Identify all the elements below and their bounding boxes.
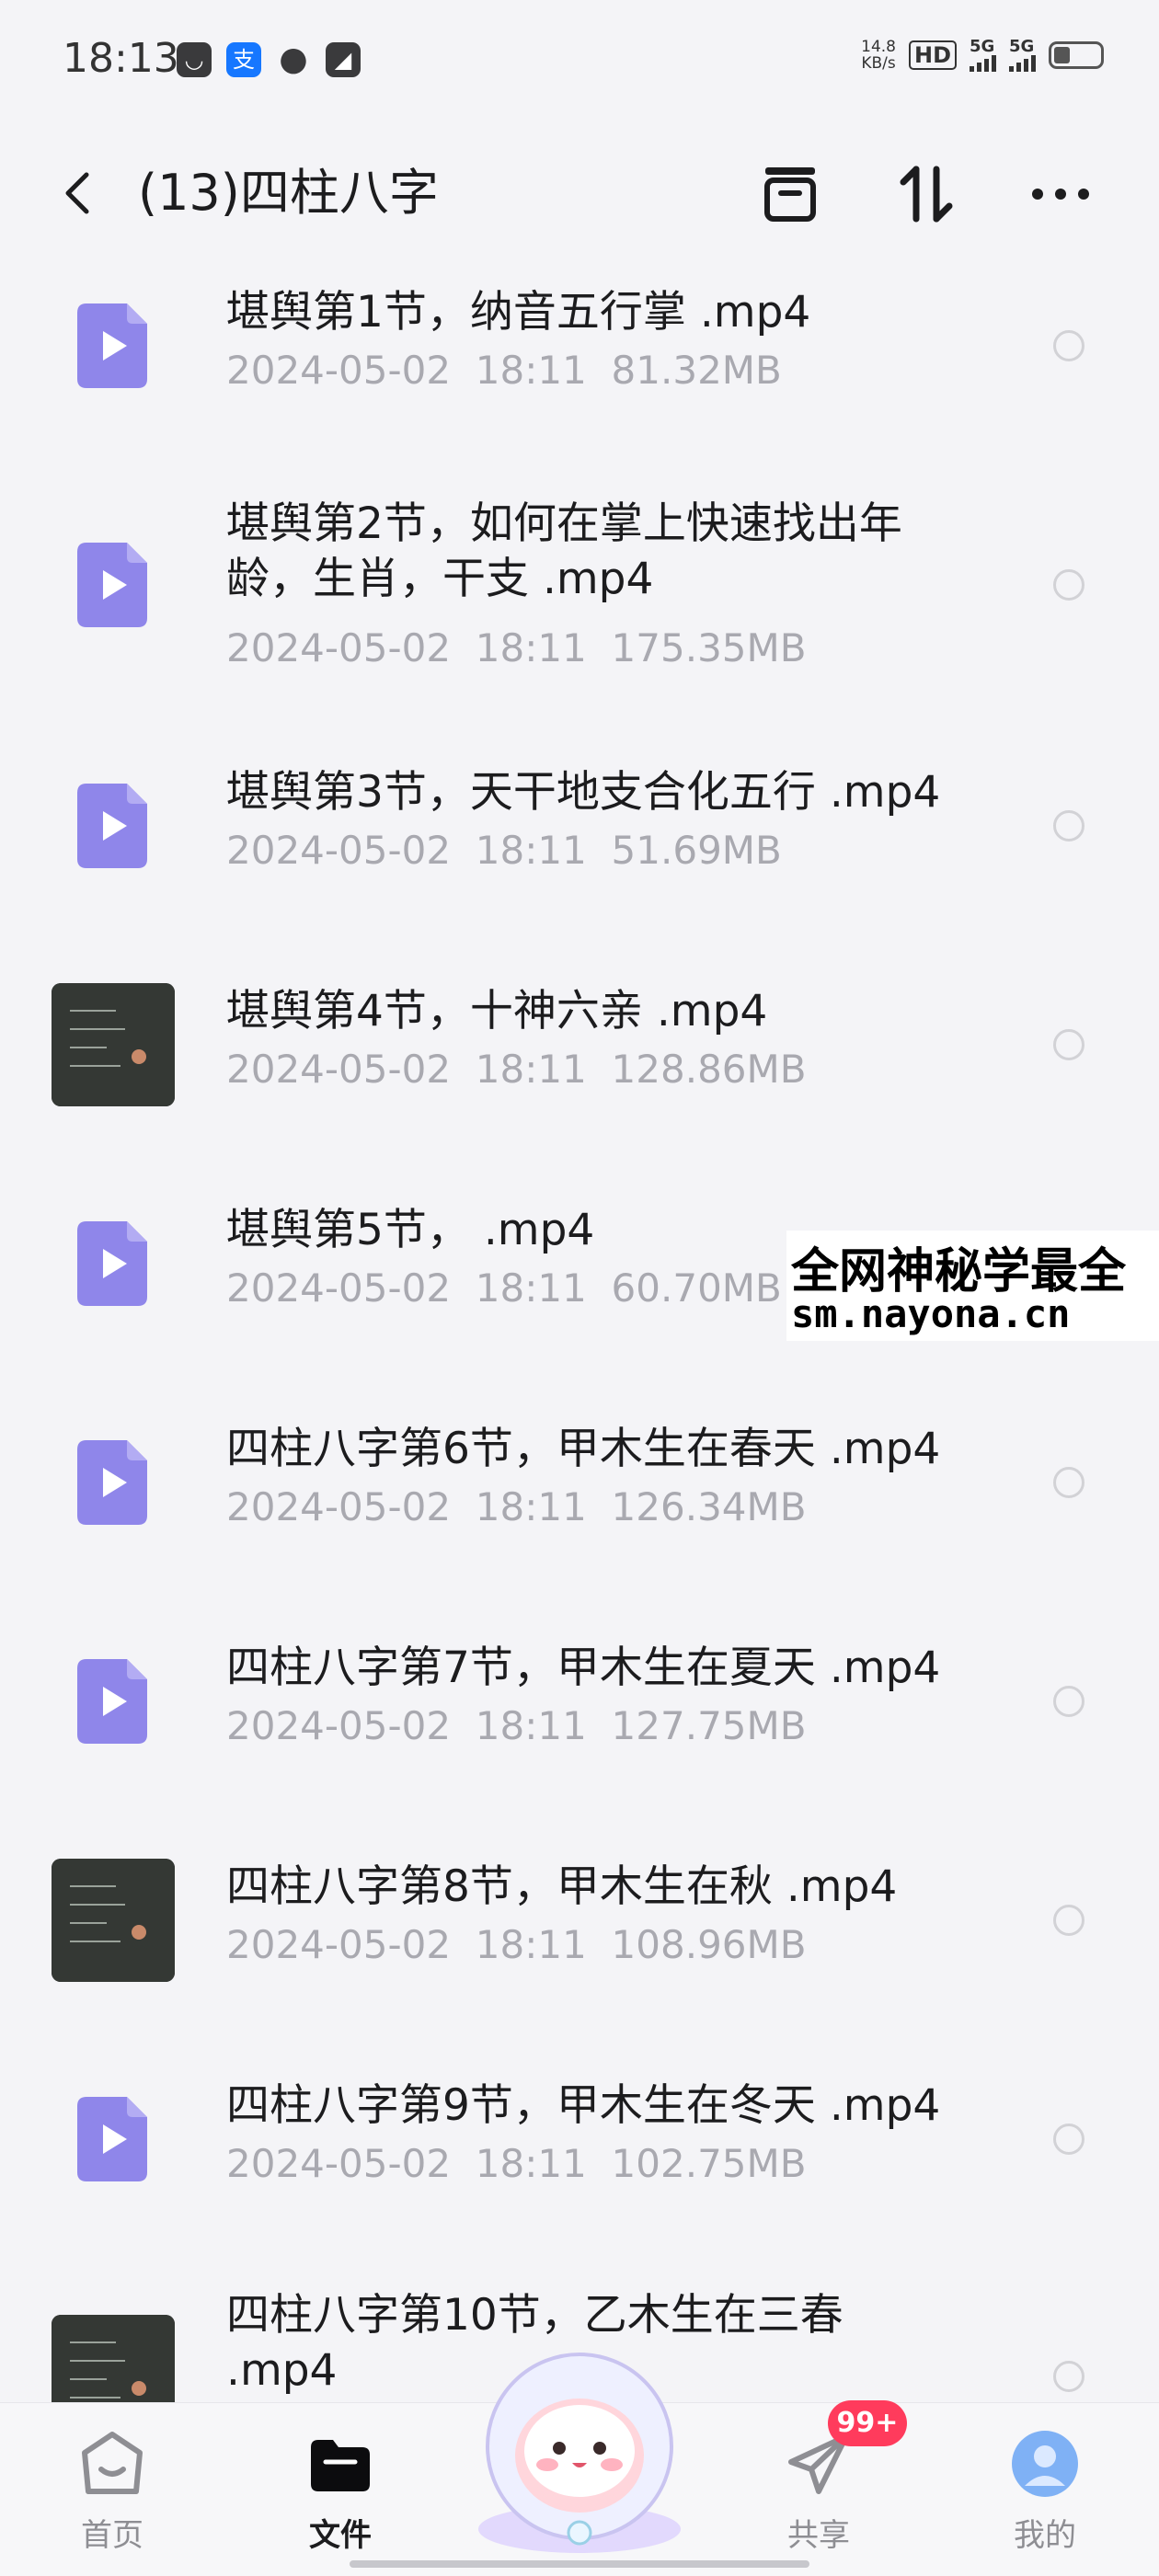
video-file-icon: [77, 1221, 147, 1306]
nav-mine-label: 我的: [1014, 2517, 1076, 2554]
file-name: 四柱八字第9节，甲木生在冬天 .mp4: [226, 2080, 941, 2131]
file-meta: 2024-05-02 18:11 175.35MB: [226, 625, 807, 670]
home-indicator[interactable]: [350, 2560, 809, 2568]
status-right: 14.8 KB/s HD 5G 5G: [861, 39, 1104, 72]
file-name: 四柱八字第6节，甲木生在春天 .mp4: [226, 1424, 941, 1474]
archive-box-icon[interactable]: [758, 162, 822, 226]
back-arrow-icon[interactable]: [52, 166, 107, 221]
assistant-mascot-button[interactable]: [460, 2336, 699, 2557]
video-file-icon: [77, 1659, 147, 1744]
folder-icon: [311, 2440, 370, 2491]
status-time: 18:13: [63, 35, 179, 82]
hd-icon: HD: [908, 40, 957, 70]
more-options-icon[interactable]: [1028, 162, 1093, 226]
file-list-item[interactable]: 堪舆第4节，十神六亲 .mp4 2024-05-02 18:11 128.86M…: [0, 975, 1159, 1186]
file-list-item[interactable]: 堪舆第3节，天干地支合化五行 .mp4 2024-05-02 18:11 51.…: [0, 756, 1159, 967]
nav-home-label: 首页: [81, 2517, 143, 2554]
select-checkbox[interactable]: [1053, 1029, 1084, 1060]
file-meta: 2024-05-02 18:11 127.75MB: [226, 1703, 807, 1748]
video-thumbnail: [52, 1859, 175, 1982]
file-list-item[interactable]: 四柱八字第6节，甲木生在春天 .mp4 2024-05-02 18:11 126…: [0, 1413, 1159, 1624]
file-name: 堪舆第2节，如何在掌上快速找出年龄，生肖，干支 .mp4: [226, 498, 902, 604]
nav-mine[interactable]: 我的: [971, 2403, 1119, 2576]
nav-share-label: 共享: [787, 2517, 850, 2554]
video-file-icon: [77, 2097, 147, 2181]
file-list-item[interactable]: 四柱八字第8节，甲木生在秋 .mp4 2024-05-02 18:11 108.…: [0, 1850, 1159, 2062]
file-list-item[interactable]: 四柱八字第7节，甲木生在夏天 .mp4 2024-05-02 18:11 127…: [0, 1631, 1159, 1843]
watermark-overlay: 全网神秘学最全 sm.nayona.cn: [786, 1231, 1159, 1341]
select-checkbox[interactable]: [1053, 810, 1084, 841]
video-file-icon: [77, 303, 147, 388]
top-bar: (13)四柱八字: [0, 147, 1159, 239]
select-checkbox[interactable]: [1053, 2124, 1084, 2155]
home-icon: [82, 2432, 143, 2494]
message-icon: ●: [279, 40, 308, 78]
file-meta: 2024-05-02 18:11 126.34MB: [226, 1484, 807, 1529]
file-meta: 2024-05-02 18:11 128.86MB: [226, 1047, 807, 1092]
select-checkbox[interactable]: [1053, 1905, 1084, 1936]
file-name: 堪舆第3节，天干地支合化五行 .mp4: [226, 767, 941, 818]
sort-icon[interactable]: [894, 162, 958, 226]
avatar-icon: [1012, 2431, 1078, 2497]
select-checkbox[interactable]: [1053, 330, 1084, 361]
share-badge: 99+: [828, 2400, 907, 2446]
battery-icon: [1049, 41, 1104, 69]
notification-icon: ◡: [177, 42, 212, 77]
net-speed: 14.8 KB/s: [861, 38, 896, 73]
select-checkbox[interactable]: [1053, 2361, 1084, 2392]
select-checkbox[interactable]: [1053, 569, 1084, 601]
file-meta: 2024-05-02 18:11 102.75MB: [226, 2141, 807, 2186]
watermark-line2: sm.nayona.cn: [791, 1291, 1071, 1336]
status-app-icons: ◡ 支 ● ◢: [177, 42, 361, 77]
video-thumbnail: [52, 983, 175, 1106]
file-list-item[interactable]: 堪舆第2节，如何在掌上快速找出年龄，生肖，干支 .mp4 2024-05-02 …: [0, 497, 1159, 708]
select-checkbox[interactable]: [1053, 1467, 1084, 1498]
signal-sim1-icon: 5G: [970, 39, 996, 72]
file-list-item[interactable]: 四柱八字第9节，甲木生在冬天 .mp4 2024-05-02 18:11 102…: [0, 2069, 1159, 2281]
file-name: 堪舆第1节，纳音五行掌 .mp4: [226, 287, 811, 338]
file-name: 四柱八字第7节，甲木生在夏天 .mp4: [226, 1643, 941, 1693]
file-meta: 2024-05-02 18:11 60.70MB: [226, 1265, 782, 1311]
file-list-item[interactable]: 堪舆第1节，纳音五行掌 .mp4 2024-05-02 18:11 81.32M…: [0, 276, 1159, 487]
status-bar: 18:13 ◡ 支 ● ◢ 14.8 KB/s HD 5G 5G: [0, 0, 1159, 120]
nav-home[interactable]: 首页: [39, 2403, 186, 2576]
notification-icon: ◢: [326, 42, 361, 77]
file-meta: 2024-05-02 18:11 51.69MB: [226, 828, 782, 873]
video-file-icon: [77, 1440, 147, 1525]
file-name: 四柱八字第8节，甲木生在秋 .mp4: [226, 1861, 898, 1912]
file-name: 堪舆第4节，十神六亲 .mp4: [226, 986, 768, 1036]
battery-level: [1054, 47, 1070, 63]
page-title: (13)四柱八字: [138, 164, 439, 222]
nav-files-label: 文件: [309, 2517, 372, 2554]
alipay-icon: 支: [226, 42, 261, 77]
video-file-icon: [77, 543, 147, 627]
video-file-icon: [77, 784, 147, 868]
nav-files[interactable]: 文件: [267, 2403, 414, 2576]
signal-sim2-icon: 5G: [1009, 39, 1036, 72]
file-meta: 2024-05-02 18:11 108.96MB: [226, 1922, 807, 1967]
file-meta: 2024-05-02 18:11 81.32MB: [226, 348, 782, 393]
select-checkbox[interactable]: [1053, 1686, 1084, 1717]
